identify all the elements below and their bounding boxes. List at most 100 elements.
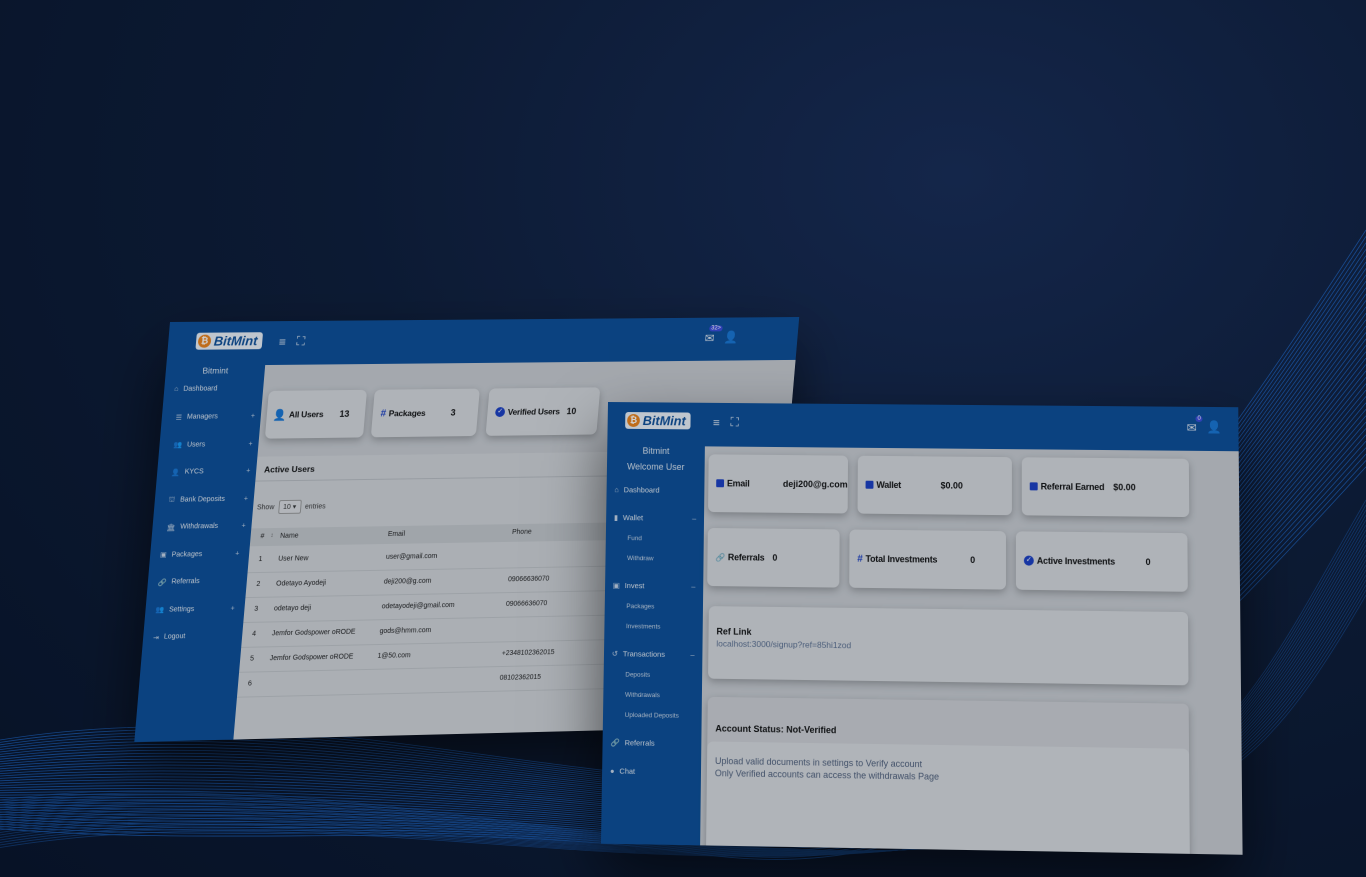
stat-value: $0.00: [940, 480, 963, 491]
collapse-icon[interactable]: –: [692, 514, 696, 523]
stat-value: 13: [339, 408, 350, 419]
expand-icon[interactable]: +: [235, 550, 240, 557]
admin-nav-item-managers[interactable]: ☰ Managers +: [175, 412, 255, 421]
nav-label: Bank Deposits: [179, 495, 226, 504]
hash-icon: #: [380, 407, 387, 419]
profile-icon[interactable]: 👤: [723, 330, 738, 344]
entries-value: 10: [282, 503, 292, 511]
user-nav-withdraw[interactable]: Withdraw: [627, 555, 654, 562]
admin-nav-item-bank-deposits[interactable]: ⛫ Bank Deposits +: [168, 495, 248, 505]
user-sidebar: Bitmint Welcome User ⌂ Dashboard ▮ Wallet – F…: [600, 445, 705, 846]
user-nav-referrals[interactable]: 🔗 Referrals: [610, 738, 693, 748]
expand-icon[interactable]: +: [244, 496, 249, 503]
bitcoin-icon: ₿: [197, 334, 212, 348]
user-nav-investments[interactable]: Investments: [626, 623, 661, 630]
column-header[interactable]: Phone: [512, 529, 532, 536]
sort-icon[interactable]: ↕: [270, 533, 273, 539]
table-cell-email: odetayodeji@gmail.com: [381, 601, 455, 611]
nav-label: Logout: [163, 633, 186, 641]
table-cell-email: gods@hmm.com: [379, 627, 432, 636]
user-logo: ₿ BitMint: [625, 412, 691, 430]
admin-nav-item-referrals[interactable]: 🔗 Referrals: [157, 577, 237, 586]
user-check-icon: 👤: [170, 469, 181, 477]
mail-icon[interactable]: ✉: [1187, 421, 1197, 435]
square-icon: [865, 480, 874, 489]
table-cell-email: 1@50.com: [377, 652, 411, 660]
menu-icon[interactable]: ≡: [713, 416, 720, 430]
user-nav-fund[interactable]: Fund: [627, 535, 642, 542]
admin-nav-item-packages[interactable]: ▣ Packages +: [159, 549, 240, 559]
user-nav-withdrawals[interactable]: Withdrawals: [625, 692, 660, 700]
table-cell-email: deji200@g.com: [383, 577, 432, 586]
expand-icon[interactable]: +: [230, 605, 235, 612]
menu-icon[interactable]: ≡: [278, 335, 286, 349]
nav-label: Referrals: [171, 578, 200, 586]
user-dashboard-window: ₿ BitMint ≡ ⛶ ✉ 0 👤 Bitmint Welcome User…: [600, 402, 1243, 855]
logout-icon: ⇥: [152, 634, 160, 642]
welcome-text: Welcome User: [626, 461, 685, 472]
nav-label: Users: [186, 440, 206, 449]
admin-nav-item-withdrawals[interactable]: 🏛 Withdrawals +: [166, 522, 246, 532]
stat-value: $0.00: [1113, 482, 1136, 493]
admin-nav-item-logout[interactable]: ⇥ Logout: [152, 632, 233, 642]
admin-nav-item-settings[interactable]: 👥 Settings +: [155, 604, 235, 614]
hash-icon: #: [857, 553, 863, 565]
ref-link-value[interactable]: localhost:3000/signup?ref=85hi1zod: [716, 638, 851, 650]
stat-label: Wallet: [876, 479, 902, 491]
column-header[interactable]: Name: [280, 533, 299, 540]
stat-card-packages: # Packages 3: [370, 388, 480, 438]
table-cell-n: 4: [251, 630, 257, 638]
stat-card-wallet: Wallet $0.00: [857, 455, 1012, 516]
table-cell-phone: 09066636070: [505, 600, 548, 608]
bank-icon: ⛫: [168, 496, 176, 504]
expand-icon[interactable]: +: [246, 468, 251, 475]
stat-card-referrals: 🔗 Referrals 0: [707, 527, 840, 588]
collapse-icon[interactable]: –: [690, 650, 694, 659]
nav-label: Investments: [625, 623, 661, 631]
user-nav-dashboard[interactable]: ⌂ Dashboard: [614, 485, 696, 495]
ref-link-title: Ref Link: [716, 626, 752, 637]
stat-card-email: Email deji200@g.com: [708, 454, 849, 514]
fullscreen-icon[interactable]: ⛶: [731, 415, 739, 430]
account-status-card: Account Status: Not-Verified Upload vali…: [705, 696, 1190, 855]
bitcoin-icon: ₿: [627, 414, 640, 427]
link-icon: 🔗: [610, 737, 620, 748]
stat-label: Referrals: [727, 552, 765, 563]
user-nav-uploaded-deposits[interactable]: Uploaded Deposits: [625, 712, 679, 720]
user-nav-chat[interactable]: ● Chat: [610, 766, 693, 776]
user-nav-invest[interactable]: ▣ Invest –: [613, 581, 696, 591]
invest-icon: ▣: [612, 580, 620, 590]
user-nav-transactions[interactable]: ↺ Transactions –: [612, 649, 695, 659]
table-cell-email: user@gmail.com: [385, 552, 438, 561]
nav-label: Dashboard: [183, 385, 218, 393]
entries-select[interactable]: 10 ▾: [277, 499, 302, 515]
user-nav-packages[interactable]: Packages: [626, 603, 654, 610]
user-nav-deposits[interactable]: Deposits: [625, 671, 650, 678]
stat-value: 0: [970, 554, 976, 566]
stat-label: All Users: [288, 409, 324, 420]
mail-icon[interactable]: ✉: [704, 331, 715, 345]
profile-icon[interactable]: 👤: [1206, 420, 1221, 434]
entries-control: Show 10 ▾ entries: [256, 499, 326, 515]
expand-icon[interactable]: +: [248, 440, 253, 447]
user-nav-wallet[interactable]: ▮ Wallet –: [614, 513, 696, 523]
package-icon: ▣: [159, 551, 167, 559]
admin-nav-item-dashboard[interactable]: ⌂ Dashboard: [173, 385, 254, 393]
admin-nav-item-users[interactable]: 👥 Users +: [173, 440, 253, 449]
entries-label: entries: [304, 502, 326, 511]
expand-icon[interactable]: +: [251, 413, 256, 420]
fullscreen-icon[interactable]: ⛶: [296, 334, 305, 349]
table-cell-n: 2: [256, 580, 261, 588]
column-header[interactable]: Email: [388, 531, 406, 538]
admin-nav-item-kycs[interactable]: 👤 KYCS +: [170, 467, 251, 477]
stat-label: Referral Earned: [1040, 481, 1105, 493]
stat-value: deji200@g.com: [782, 478, 848, 490]
home-icon: ⌂: [173, 385, 179, 393]
column-header[interactable]: #: [260, 533, 264, 540]
home-icon: ⌂: [614, 485, 619, 495]
expand-icon[interactable]: +: [241, 523, 246, 530]
nav-label: Referrals: [624, 738, 655, 748]
collapse-icon[interactable]: –: [691, 582, 695, 591]
stat-label: Packages: [388, 407, 426, 419]
site-name: Bitmint: [202, 365, 229, 376]
